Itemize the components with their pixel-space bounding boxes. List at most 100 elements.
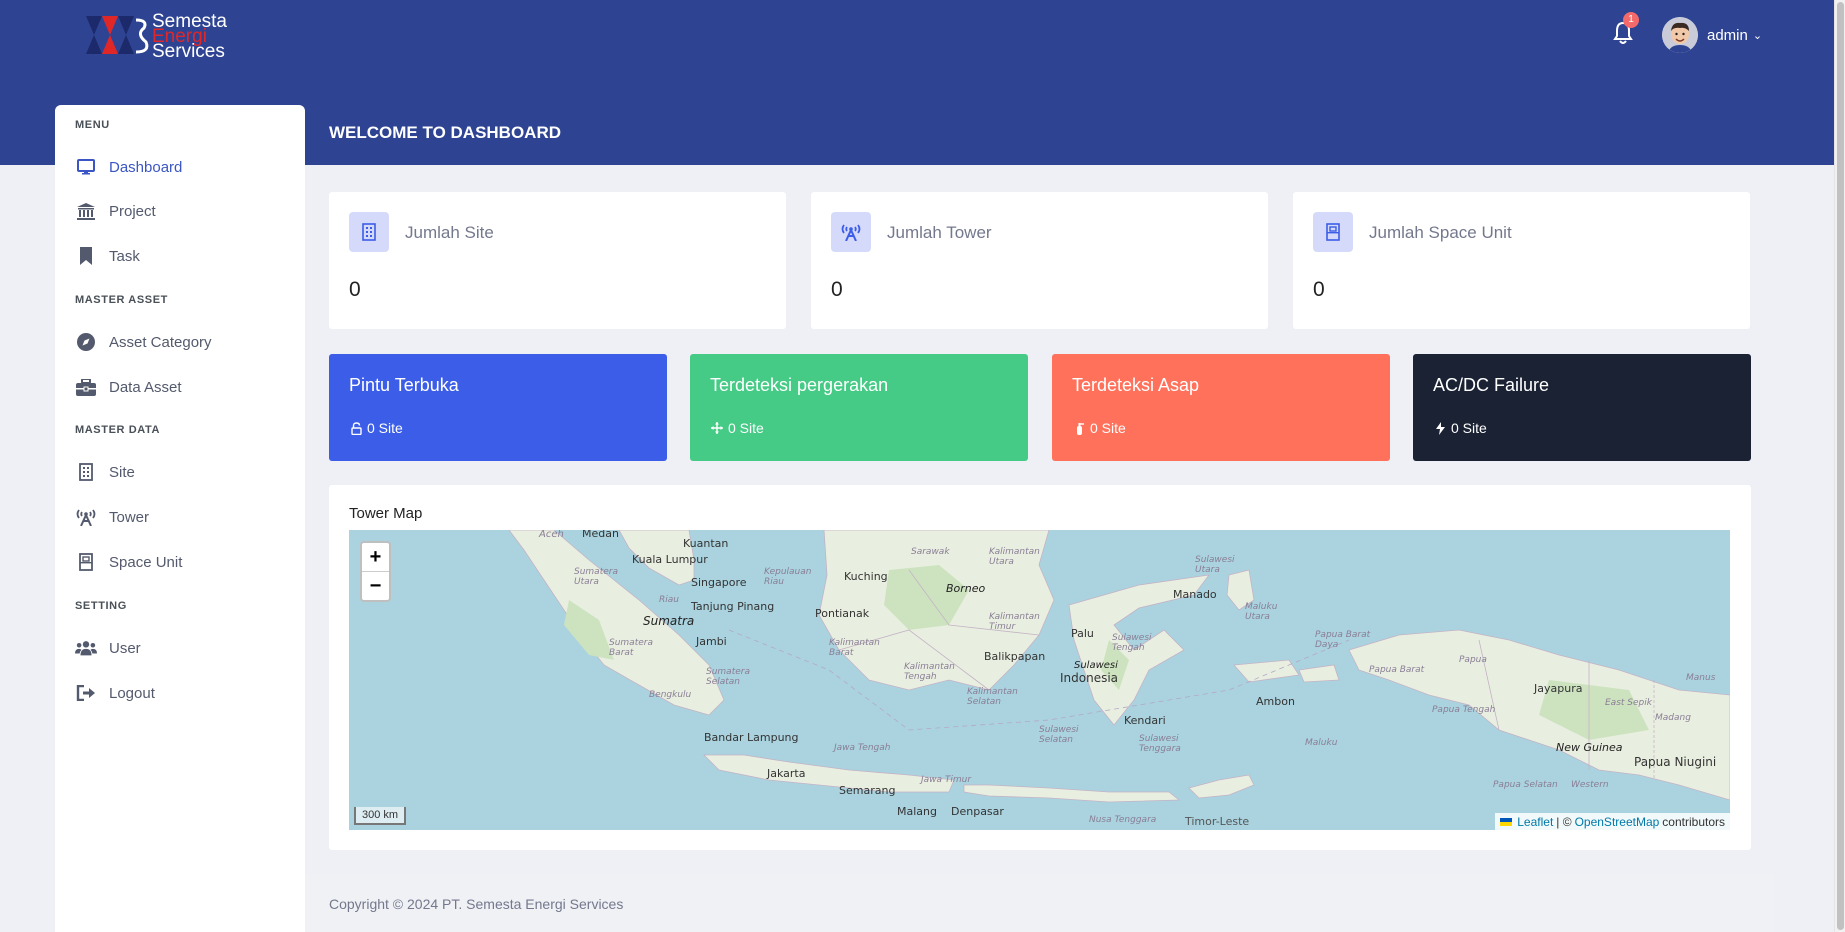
map-label: Kendari — [1124, 714, 1166, 727]
ukraine-flag-icon — [1500, 817, 1513, 826]
tower-map[interactable]: Aceh Medan Kuantan Kuala Lumpur Sumatera… — [349, 530, 1730, 830]
map-label: Kalimantan Tengah — [904, 662, 955, 682]
map-label: Malang — [897, 805, 937, 818]
sidebar-section-setting: SETTING — [75, 600, 127, 612]
briefcase-icon — [75, 376, 97, 398]
zoom-out-button[interactable]: − — [362, 571, 389, 599]
map-label: Sumatra — [643, 614, 695, 628]
sidebar-item-asset-category[interactable]: Asset Category — [75, 328, 285, 356]
sidebar-item-label: Dashboard — [109, 158, 183, 176]
tower-map-card: Tower Map Aceh Medan Kuantan Kuala Lumpu… — [329, 485, 1751, 850]
broadcast-tower-icon — [831, 212, 871, 252]
alert-site-count: 0 Site — [349, 420, 403, 436]
zoom-in-button[interactable]: + — [362, 543, 389, 571]
alert-site-count: 0 Site — [1433, 420, 1487, 436]
map-label: East Sepik — [1605, 698, 1652, 708]
lock-open-icon — [349, 421, 363, 435]
alert-title: Terdeteksi Asap — [1072, 375, 1200, 395]
alert-card-motion[interactable]: Terdeteksi pergerakan 0 Site — [690, 354, 1028, 461]
sidebar-item-site[interactable]: Site — [75, 458, 285, 486]
alert-card-door-open[interactable]: Pintu Terbuka 0 Site — [329, 354, 667, 461]
map-label: Kalimantan Selatan — [967, 687, 1018, 707]
map-label: Kuching — [844, 570, 888, 583]
map-label: Sumatera Utara — [574, 567, 618, 587]
brand-logo[interactable]: Semesta Energi Services — [84, 11, 234, 62]
map-label: Ambon — [1256, 695, 1295, 708]
map-label: Jayapura — [1534, 682, 1583, 695]
alert-site-count: 0 Site — [710, 420, 764, 436]
map-label: Indonesia — [1060, 671, 1119, 685]
leaflet-link[interactable]: Leaflet — [1517, 815, 1553, 829]
chevron-down-icon: ⌄ — [1752, 29, 1763, 42]
stat-value: 0 — [831, 278, 843, 301]
page-scrollbar[interactable] — [1834, 0, 1845, 932]
sidebar-item-label: Site — [109, 463, 135, 481]
sidebar-item-tower[interactable]: Tower — [75, 503, 285, 531]
alert-card-acdc-failure[interactable]: AC/DC Failure 0 Site — [1413, 354, 1751, 461]
user-dropdown[interactable]: admin ⌄ — [1662, 17, 1762, 53]
bank-icon — [75, 200, 97, 222]
map-label: Papua — [1459, 655, 1487, 665]
map-label: Tanjung Pinang — [691, 600, 775, 613]
ses-logo-mark-icon — [86, 16, 149, 54]
map-label: Sulawesi Tenggara — [1139, 734, 1181, 754]
map-label: Jakarta — [767, 767, 806, 780]
alert-title: AC/DC Failure — [1433, 375, 1550, 395]
map-label: Balikpapan — [984, 650, 1046, 663]
arrows-move-icon — [710, 422, 724, 434]
map-label: Sulawesi Utara — [1195, 555, 1235, 575]
page-title: WELCOME TO DASHBOARD — [329, 123, 562, 142]
map-label: Singapore — [691, 576, 747, 589]
map-label: Maluku — [1305, 738, 1338, 748]
sidebar-section-master-data: MASTER DATA — [75, 424, 161, 436]
brand-wordmark: Semesta Energi Services — [152, 11, 227, 62]
bookmark-icon — [75, 245, 97, 267]
sidebar-item-label: Asset Category — [109, 333, 212, 351]
sidebar-item-logout[interactable]: Logout — [75, 679, 285, 707]
map-label: Riau — [659, 595, 679, 605]
map-label: Timor-Leste — [1185, 815, 1250, 828]
map-label: Kalimantan Timur — [989, 612, 1040, 632]
stat-card-space-unit: Jumlah Space Unit 0 — [1293, 192, 1750, 329]
building-icon — [349, 212, 389, 252]
stat-label: Jumlah Tower — [887, 223, 992, 242]
map-label: Sulawesi — [1074, 660, 1118, 671]
map-label: Bandar Lampung — [704, 731, 799, 744]
sidebar-item-data-asset[interactable]: Data Asset — [75, 373, 285, 401]
map-label: Borneo — [946, 582, 986, 595]
alert-card-smoke[interactable]: Terdeteksi Asap 0 Site — [1052, 354, 1390, 461]
map-label: Papua Barat Daya — [1315, 630, 1371, 650]
stat-card-site: Jumlah Site 0 — [329, 192, 786, 329]
bolt-icon — [1433, 421, 1447, 435]
fire-extinguisher-icon — [1072, 422, 1086, 435]
sidebar-item-dashboard[interactable]: Dashboard — [75, 153, 285, 181]
avatar — [1662, 17, 1698, 53]
map-label: New Guinea — [1556, 741, 1623, 754]
compass-icon — [75, 331, 97, 353]
cabinet-icon — [75, 551, 97, 573]
sidebar-item-label: Tower — [109, 508, 150, 526]
sidebar-item-task[interactable]: Task — [75, 242, 285, 270]
map-label: Semarang — [839, 784, 896, 797]
map-label: Western — [1571, 780, 1609, 790]
building-icon — [75, 461, 97, 483]
users-icon — [75, 637, 97, 659]
sidebar-item-label: Task — [109, 247, 140, 265]
sidebar-item-space-unit[interactable]: Space Unit — [75, 548, 285, 576]
sidebar-item-label: Space Unit — [109, 553, 183, 571]
map-label: Sulawesi Selatan — [1039, 725, 1079, 745]
sidebar-item-user[interactable]: User — [75, 634, 285, 662]
map-label: Kalimantan Barat — [829, 638, 880, 658]
map-zoom-control: + − — [360, 541, 391, 602]
sidebar-item-project[interactable]: Project — [75, 197, 285, 225]
openstreetmap-link[interactable]: OpenStreetMap — [1575, 815, 1660, 829]
stat-value: 0 — [349, 278, 361, 301]
scrollbar-thumb[interactable] — [1837, 2, 1844, 930]
map-label: Sumatera Barat — [609, 638, 653, 658]
map-label: Sarawak — [911, 547, 950, 557]
map-label: Aceh — [539, 530, 564, 540]
map-label: Papua Tengah — [1432, 705, 1496, 715]
map-label: Maluku Utara — [1245, 602, 1278, 622]
map-label: Papua Niugini — [1634, 755, 1717, 769]
map-label: Jawa Timur — [921, 775, 972, 785]
